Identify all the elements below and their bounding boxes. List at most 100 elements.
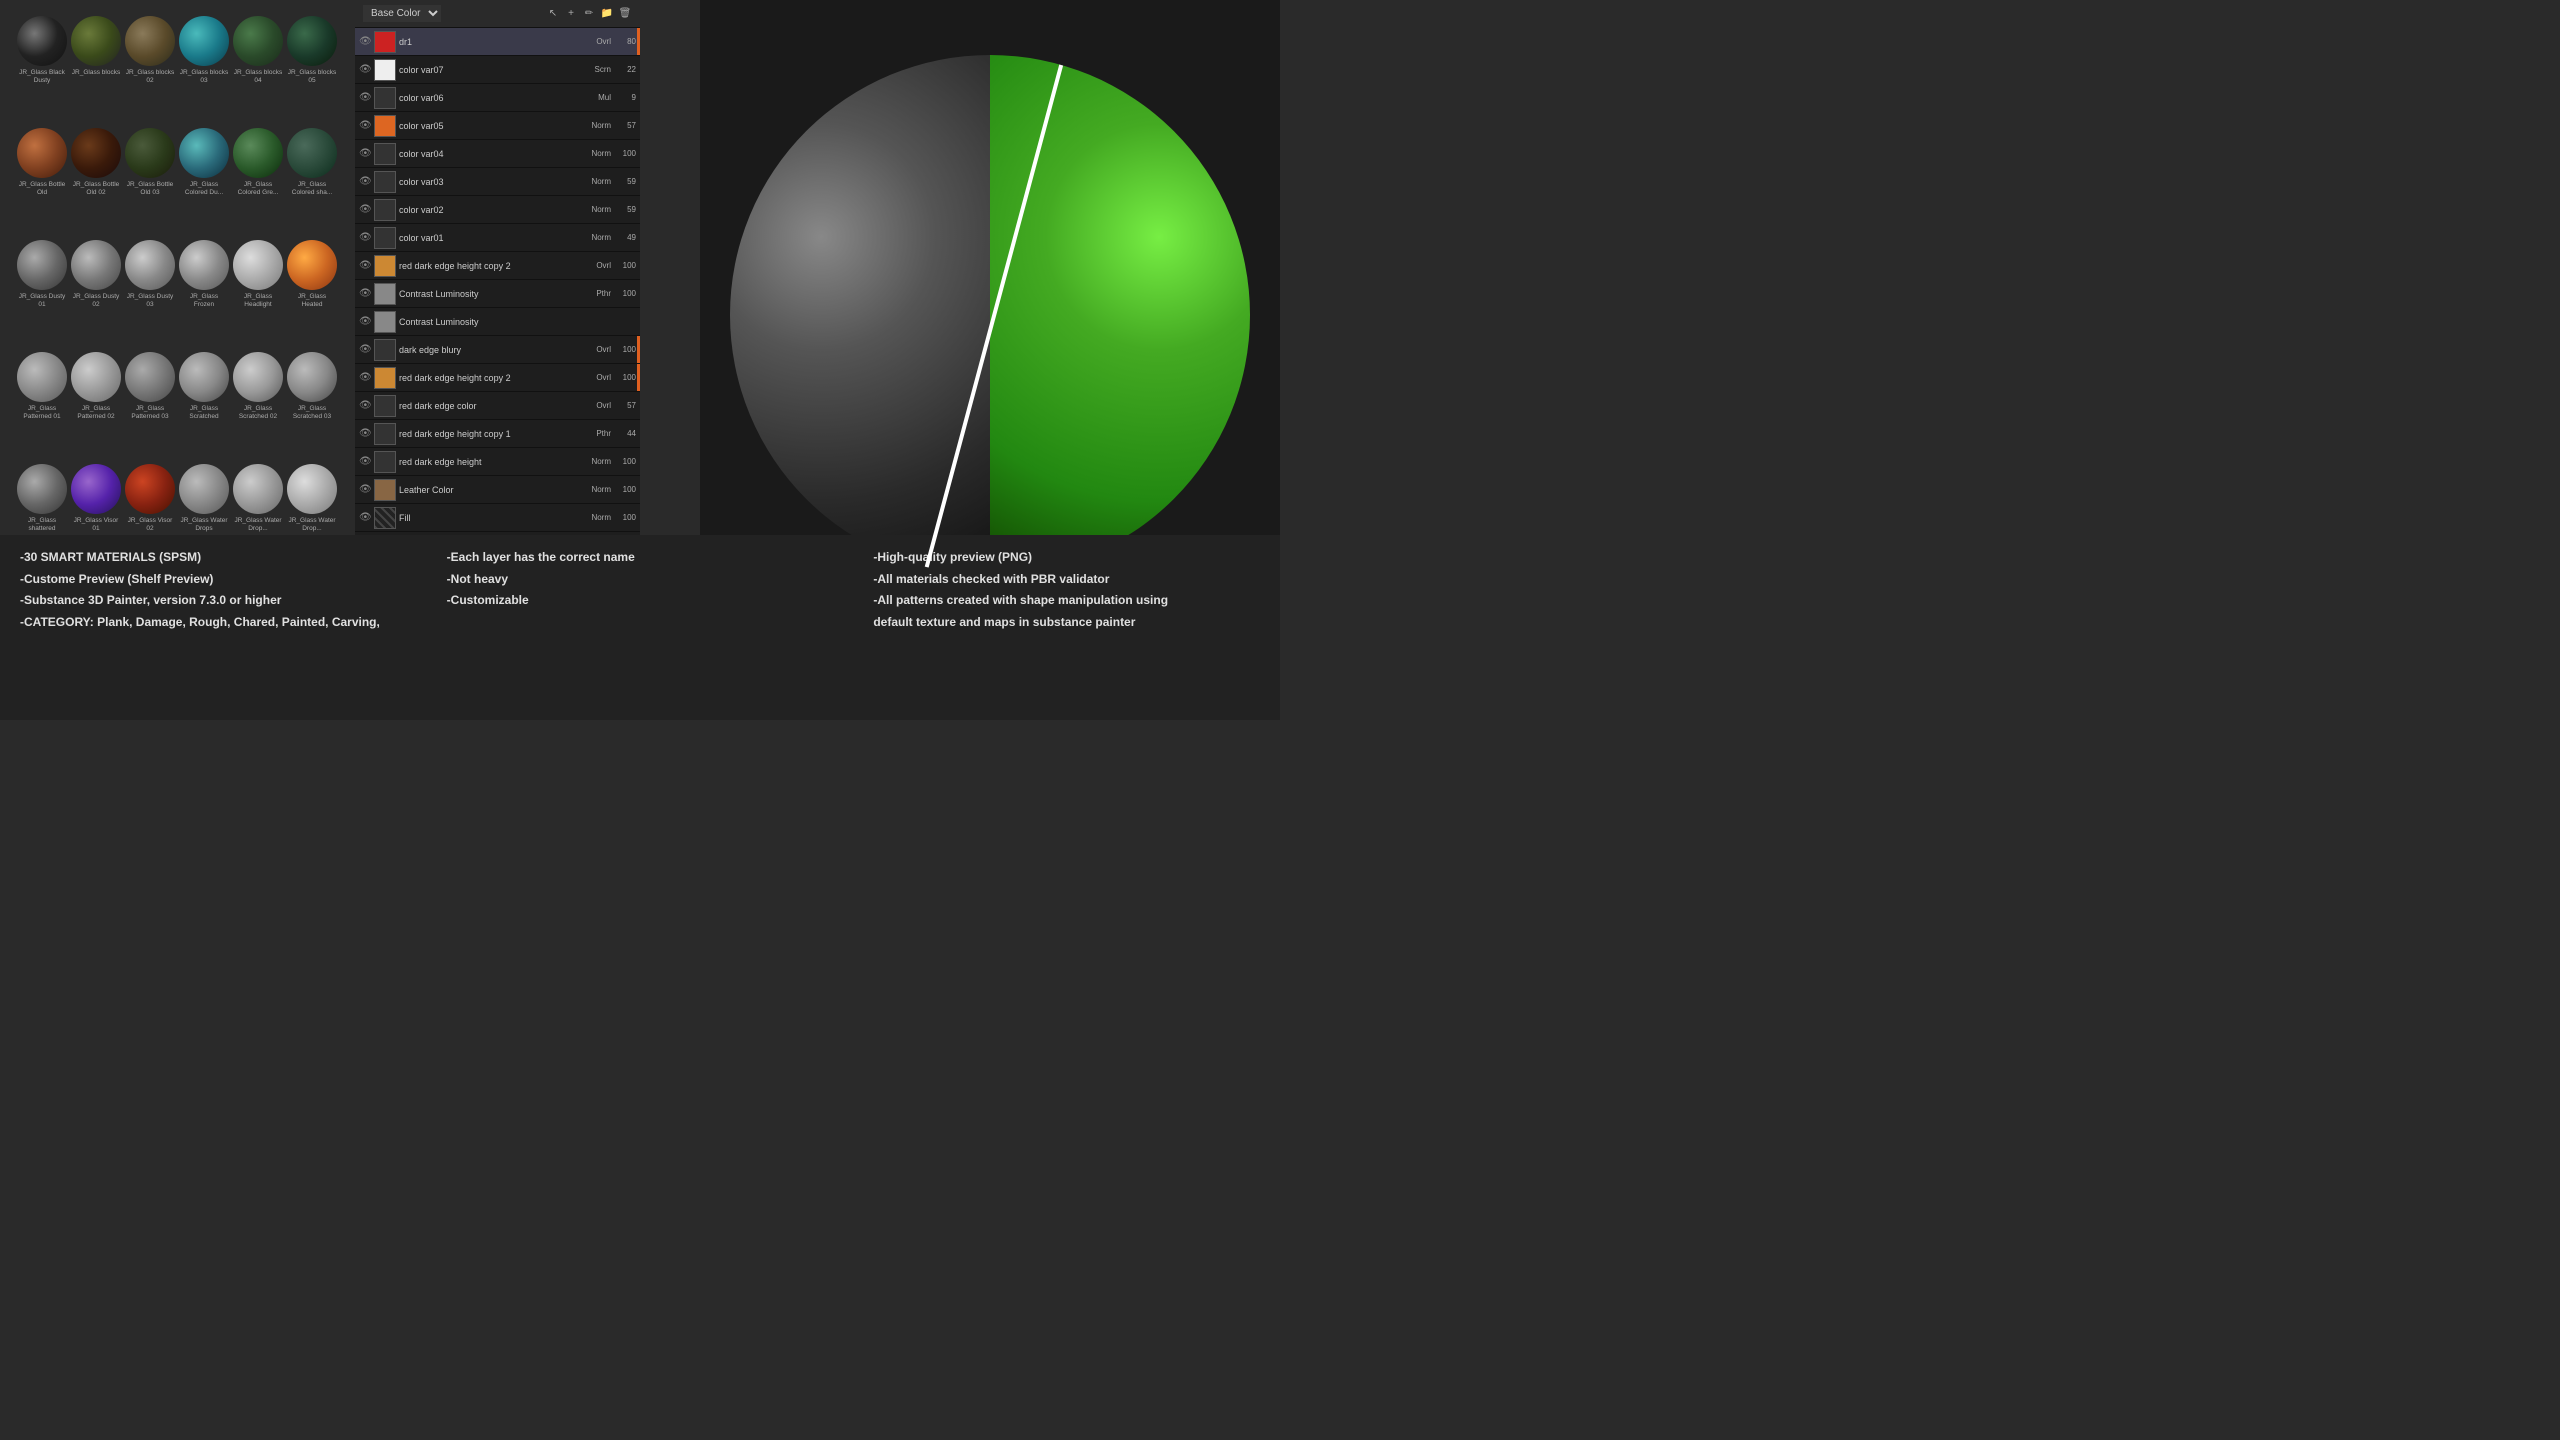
material-item-glass-scratched02[interactable]: JR_Glass Scratched 02 xyxy=(232,352,284,462)
material-item-glass-bottle-old03[interactable]: JR_Glass Bottle Old 03 xyxy=(124,128,176,238)
layer-blend-mode-2: Mul xyxy=(586,93,611,102)
layer-row-5[interactable]: 👁color var03Norm59 xyxy=(355,168,640,196)
material-item-glass-blocks04[interactable]: JR_Glass blocks 04 xyxy=(232,16,284,126)
material-item-glass-colored-gre[interactable]: JR_Glass Colored Gre... xyxy=(232,128,284,238)
material-item-glass-blocks05[interactable]: JR_Glass blocks 05 xyxy=(286,16,338,126)
feature-text: -Customizable xyxy=(447,590,834,612)
layer-visibility-icon-6[interactable]: 👁 xyxy=(359,204,371,216)
layer-visibility-icon-8[interactable]: 👁 xyxy=(359,260,371,272)
sphere-metallic-half xyxy=(730,55,990,575)
layer-visibility-icon-10[interactable]: 👁 xyxy=(359,316,371,328)
layer-row-12[interactable]: 👁red dark edge height copy 2Ovrl100 xyxy=(355,364,640,392)
layer-row-10[interactable]: 👁Contrast Luminosity xyxy=(355,308,640,336)
layer-row-8[interactable]: 👁red dark edge height copy 2Ovrl100 xyxy=(355,252,640,280)
layer-opacity-14: 44 xyxy=(614,429,636,438)
feature-text: -CATEGORY: Plank, Damage, Rough, Chared,… xyxy=(20,612,407,634)
layer-name-1: color var07 xyxy=(399,65,583,75)
layer-visibility-icon-0[interactable]: 👁 xyxy=(359,36,371,48)
layer-row-6[interactable]: 👁color var02Norm59 xyxy=(355,196,640,224)
material-item-glass-scratched03[interactable]: JR_Glass Scratched 03 xyxy=(286,352,338,462)
layer-row-0[interactable]: 👁dr1Ovrl80 xyxy=(355,28,640,56)
material-sphere-glass-colored-gre xyxy=(233,128,283,178)
trash-icon[interactable]: 🗑 xyxy=(618,7,632,21)
layer-visibility-icon-1[interactable]: 👁 xyxy=(359,64,371,76)
layer-thumb-2 xyxy=(374,87,396,109)
cursor-icon[interactable]: ↖ xyxy=(546,7,560,21)
material-item-glass-blocks03[interactable]: JR_Glass blocks 03 xyxy=(178,16,230,126)
material-item-glass-black-dusty[interactable]: JR_Glass Black Dusty xyxy=(16,16,68,126)
layer-visibility-icon-7[interactable]: 👁 xyxy=(359,232,371,244)
layer-blend-mode-5: Norm xyxy=(586,177,611,186)
layer-visibility-icon-2[interactable]: 👁 xyxy=(359,92,371,104)
material-item-glass-patterned03[interactable]: JR_Glass Patterned 03 xyxy=(124,352,176,462)
layer-blend-mode-7: Norm xyxy=(586,233,611,242)
material-item-glass-dusty03[interactable]: JR_Glass Dusty 03 xyxy=(124,240,176,350)
material-item-glass-blocks[interactable]: JR_Glass blocks xyxy=(70,16,122,126)
material-label-glass-dusty03: JR_Glass Dusty 03 xyxy=(125,293,175,309)
layer-thumb-3 xyxy=(374,115,396,137)
layer-name-2: color var06 xyxy=(399,93,583,103)
layer-visibility-icon-3[interactable]: 👁 xyxy=(359,120,371,132)
material-item-glass-heated[interactable]: JR_Glass Heated xyxy=(286,240,338,350)
layer-row-15[interactable]: 👁red dark edge heightNorm100 xyxy=(355,448,640,476)
layer-name-15: red dark edge height xyxy=(399,457,583,467)
layer-visibility-icon-17[interactable]: 👁 xyxy=(359,512,371,524)
material-label-glass-blocks03: JR_Glass blocks 03 xyxy=(179,69,229,85)
layer-row-9[interactable]: 👁Contrast LuminosityPthr100 xyxy=(355,280,640,308)
layer-row-4[interactable]: 👁color var04Norm100 xyxy=(355,140,640,168)
material-item-glass-headlight[interactable]: JR_Glass Headlight xyxy=(232,240,284,350)
layer-visibility-icon-16[interactable]: 👁 xyxy=(359,484,371,496)
layer-row-2[interactable]: 👁color var06Mul9 xyxy=(355,84,640,112)
layer-visibility-icon-11[interactable]: 👁 xyxy=(359,344,371,356)
material-item-glass-dusty01[interactable]: JR_Glass Dusty 01 xyxy=(16,240,68,350)
layer-row-14[interactable]: 👁red dark edge height copy 1Pthr44 xyxy=(355,420,640,448)
layer-opacity-9: 100 xyxy=(614,289,636,298)
layer-visibility-icon-14[interactable]: 👁 xyxy=(359,428,371,440)
layer-row-7[interactable]: 👁color var01Norm49 xyxy=(355,224,640,252)
layer-row-3[interactable]: 👁color var05Norm57 xyxy=(355,112,640,140)
layer-thumb-5 xyxy=(374,171,396,193)
channel-dropdown[interactable]: Base Color xyxy=(363,5,441,22)
layer-blend-mode-16: Norm xyxy=(586,485,611,494)
layer-row-13[interactable]: 👁red dark edge colorOvrl57 xyxy=(355,392,640,420)
material-label-glass-scratched03: JR_Glass Scratched 03 xyxy=(287,405,337,421)
feature-text: -All patterns created with shape manipul… xyxy=(873,590,1260,612)
material-item-glass-colored-du[interactable]: JR_Glass Colored Du... xyxy=(178,128,230,238)
layer-name-17: Fill xyxy=(399,513,583,523)
feature-text-panel: -30 SMART MATERIALS (SPSM)-Custome Previ… xyxy=(0,535,1280,720)
material-label-glass-patterned03: JR_Glass Patterned 03 xyxy=(125,405,175,421)
layer-visibility-icon-13[interactable]: 👁 xyxy=(359,400,371,412)
layer-visibility-icon-12[interactable]: 👁 xyxy=(359,372,371,384)
material-sphere-glass-blocks04 xyxy=(233,16,283,66)
layer-row-1[interactable]: 👁color var07Scrn22 xyxy=(355,56,640,84)
add-icon[interactable]: + xyxy=(564,7,578,21)
material-item-glass-frozen[interactable]: JR_Glass Frozen xyxy=(178,240,230,350)
material-item-glass-scratched[interactable]: JR_Glass Scratched xyxy=(178,352,230,462)
folder-icon[interactable]: 📁 xyxy=(600,7,614,21)
layer-visibility-icon-15[interactable]: 👁 xyxy=(359,456,371,468)
layer-visibility-icon-4[interactable]: 👁 xyxy=(359,148,371,160)
material-sphere-glass-dusty01 xyxy=(17,240,67,290)
material-label-glass-colored-sha: JR_Glass Colored sha... xyxy=(287,181,337,197)
material-sphere-glass-dusty03 xyxy=(125,240,175,290)
material-item-glass-dusty02[interactable]: JR_Glass Dusty 02 xyxy=(70,240,122,350)
layer-thumb-11 xyxy=(374,339,396,361)
material-item-glass-bottle-old[interactable]: JR_Glass Bottle Old xyxy=(16,128,68,238)
material-sphere-glass-scratched03 xyxy=(287,352,337,402)
material-item-glass-patterned02[interactable]: JR_Glass Patterned 02 xyxy=(70,352,122,462)
paint-icon[interactable]: ✏ xyxy=(582,7,596,21)
material-item-glass-bottle-old02[interactable]: JR_Glass Bottle Old 02 xyxy=(70,128,122,238)
material-label-glass-dusty02: JR_Glass Dusty 02 xyxy=(71,293,121,309)
layer-row-11[interactable]: 👁dark edge bluryOvrl100 xyxy=(355,336,640,364)
layer-name-14: red dark edge height copy 1 xyxy=(399,429,583,439)
layer-visibility-icon-5[interactable]: 👁 xyxy=(359,176,371,188)
layer-row-17[interactable]: 👁FillNorm100 xyxy=(355,504,640,532)
material-item-glass-blocks02[interactable]: JR_Glass blocks 02 xyxy=(124,16,176,126)
material-label-glass-blocks05: JR_Glass blocks 05 xyxy=(287,69,337,85)
layer-row-16[interactable]: 👁Leather ColorNorm100 xyxy=(355,476,640,504)
layer-visibility-icon-9[interactable]: 👁 xyxy=(359,288,371,300)
material-item-glass-colored-sha[interactable]: JR_Glass Colored sha... xyxy=(286,128,338,238)
material-label-glass-scratched02: JR_Glass Scratched 02 xyxy=(233,405,283,421)
layer-blend-mode-1: Scrn xyxy=(586,65,611,74)
material-item-glass-patterned01[interactable]: JR_Glass Patterned 01 xyxy=(16,352,68,462)
